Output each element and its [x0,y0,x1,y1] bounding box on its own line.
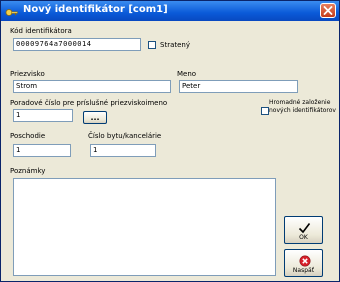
bulk-label: Hromadné založenie nových identifikátoro… [269,99,336,114]
lost-checkbox[interactable] [148,41,156,49]
lost-label: Stratený [160,41,190,49]
close-icon [323,6,333,15]
back-button[interactable]: Naspäť [284,249,323,277]
back-label: Naspäť [292,267,315,274]
bulk-checkbox[interactable] [261,107,269,115]
ok-label: OK [299,234,308,241]
order-input[interactable]: 1 [13,109,73,122]
id-code-input[interactable]: 00009764a7000014 [13,38,141,51]
order-label: Poradové číslo pre príslušné priezviskoi… [10,99,168,107]
name-input[interactable]: Peter [179,80,298,93]
surname-label: Priezvisko [10,70,45,78]
surname-input[interactable]: Strom [13,80,171,93]
id-code-label: Kód identifikátora [10,27,72,35]
floor-input[interactable]: 1 [13,144,71,157]
floor-label: Poschodie [10,132,46,140]
window-title: Nový identifikátor [com1] [23,4,168,15]
key-icon [5,4,18,17]
order-lookup-label: ... [90,113,100,122]
ok-button[interactable]: OK [284,216,323,244]
title-bar[interactable]: Nový identifikátor [com1] [1,1,339,21]
name-label: Meno [177,70,197,78]
notes-label: Poznámky [10,167,46,175]
office-label: Číslo bytu/kancelárie [88,132,162,140]
close-button[interactable] [320,3,336,18]
notes-textarea[interactable] [13,178,276,276]
dialog-window: Nový identifikátor [com1] Kód identifiká… [0,0,340,282]
order-lookup-button[interactable]: ... [83,111,107,124]
office-input[interactable]: 1 [90,144,156,157]
